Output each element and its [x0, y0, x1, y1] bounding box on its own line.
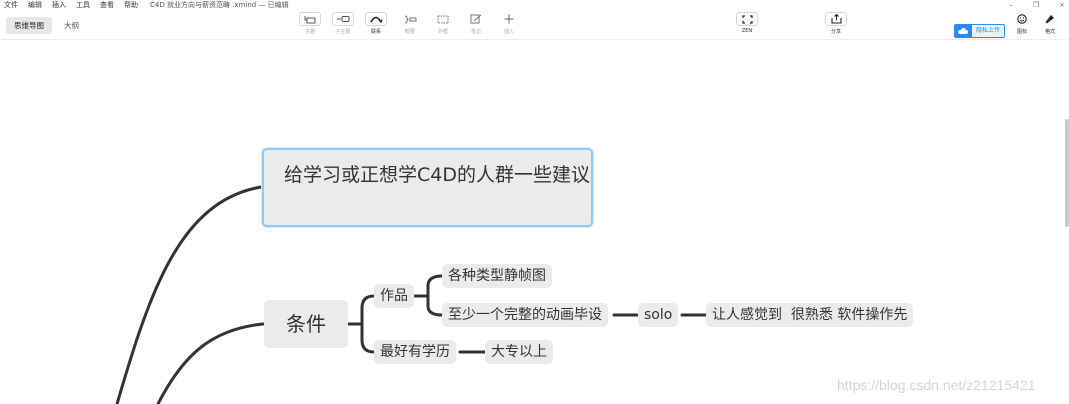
private-upload-button[interactable]: 隐私上传	[954, 24, 1006, 38]
boundary-tool[interactable]: 外框	[431, 12, 455, 38]
boundary-tool-label: 外框	[437, 29, 448, 35]
works-text: 作品	[380, 288, 408, 304]
relation-icon	[365, 12, 387, 26]
menu-view[interactable]: 查看	[100, 0, 114, 10]
menu-file[interactable]: 文件	[4, 0, 18, 10]
animation-node[interactable]: 至少一个完整的动画毕设	[442, 303, 608, 327]
condition-text: 条件	[286, 312, 326, 336]
solo-node[interactable]: solo	[638, 303, 679, 327]
tab-mindmap[interactable]: 思维导图	[6, 17, 52, 34]
icon-panel-label: 图标	[1016, 29, 1027, 35]
toolbar: 思维导图 大纲 主题 子主题 联系 概要 外框 笔记 插入 ZEN 分享 隐私上…	[0, 10, 1069, 40]
format-panel-tool[interactable]: 格式	[1038, 12, 1062, 38]
education-node[interactable]: 最好有学历	[374, 340, 456, 364]
minimize-button[interactable]: –	[1009, 0, 1013, 10]
menu-bar: 文件 编辑 插入 工具 查看 帮助 C4D 就业方向与薪资范畴 .xmind —…	[0, 0, 1069, 10]
main-topic-text: 给学习或正想学C4D的人群一些建议	[284, 164, 590, 186]
branch-to-condition	[156, 322, 265, 404]
insert-tool-label: 插入	[503, 29, 514, 35]
subtopic-tool[interactable]: 子主题	[331, 12, 355, 38]
animation-text: 至少一个完整的动画毕设	[448, 307, 602, 323]
zen-tool-label: ZEN	[741, 28, 753, 34]
vertical-scrollbar[interactable]	[1065, 119, 1069, 227]
private-upload-label: 隐私上传	[972, 24, 1006, 38]
window-controls: – ❐ ×	[1009, 0, 1065, 10]
condition-node[interactable]: 条件	[264, 300, 348, 348]
education-text: 最好有学历	[380, 344, 450, 360]
works-bracket	[426, 274, 444, 317]
still-frames-node[interactable]: 各种类型静帧图	[442, 264, 552, 288]
menu-help[interactable]: 帮助	[124, 0, 138, 10]
condition-bracket	[360, 294, 376, 354]
plus-icon	[498, 12, 520, 26]
branch-to-main-topic	[115, 185, 263, 404]
familiar-text: 让人感觉到 很熟悉 软件操作先	[712, 307, 908, 323]
zen-tool[interactable]: ZEN	[735, 12, 759, 38]
works-node[interactable]: 作品	[374, 284, 414, 308]
still-frames-text: 各种类型静帧图	[448, 268, 546, 284]
note-tool-label: 笔记	[470, 29, 481, 35]
solo-text: solo	[644, 307, 673, 323]
insert-tool[interactable]: 插入	[497, 12, 521, 38]
summary-brace-icon	[399, 12, 421, 26]
menu-edit[interactable]: 编辑	[28, 0, 42, 10]
share-tool[interactable]: 分享	[824, 12, 848, 38]
fullscreen-icon	[736, 12, 758, 26]
note-pencil-icon	[465, 12, 487, 26]
main-topic-node[interactable]: 给学习或正想学C4D的人群一些建议	[262, 148, 593, 227]
boundary-icon	[432, 12, 454, 26]
close-button[interactable]: ×	[1059, 0, 1065, 10]
college-node[interactable]: 大专以上	[485, 340, 553, 364]
share-icon	[825, 12, 847, 26]
cloud-icon	[954, 24, 972, 38]
watermark: https://blog.csdn.net/z21215421	[837, 377, 1036, 393]
restore-button[interactable]: ❐	[1033, 0, 1039, 10]
relation-tool-label: 联系	[370, 29, 381, 35]
subtopic-icon	[332, 12, 354, 26]
smiley-icon	[1011, 12, 1033, 26]
icon-panel-tool[interactable]: 图标	[1010, 12, 1034, 38]
summary-tool-label: 概要	[404, 29, 415, 35]
familiar-node[interactable]: 让人感觉到 很熟悉 软件操作先	[706, 303, 914, 327]
share-tool-label: 分享	[830, 29, 841, 35]
relation-tool[interactable]: 联系	[364, 12, 388, 38]
topic-icon	[299, 12, 321, 26]
document-title: C4D 就业方向与薪资范畴 .xmind — 已编辑	[150, 1, 289, 9]
view-tabs: 思维导图 大纲	[6, 17, 87, 34]
topic-tool-label: 主题	[304, 29, 315, 35]
note-tool[interactable]: 笔记	[464, 12, 488, 38]
format-panel-label: 格式	[1044, 29, 1055, 35]
topic-tool[interactable]: 主题	[298, 12, 322, 38]
menu-insert[interactable]: 插入	[52, 0, 66, 10]
menu-tools[interactable]: 工具	[76, 0, 90, 10]
mindmap-canvas[interactable]: 给学习或正想学C4D的人群一些建议 条件 作品 各种类型静帧图 至少一个完整的动…	[0, 41, 1069, 404]
college-text: 大专以上	[491, 344, 547, 360]
subtopic-tool-label: 子主题	[335, 29, 351, 35]
tab-outline[interactable]: 大纲	[56, 17, 87, 34]
summary-tool[interactable]: 概要	[398, 12, 422, 38]
paintbrush-icon	[1039, 12, 1061, 26]
